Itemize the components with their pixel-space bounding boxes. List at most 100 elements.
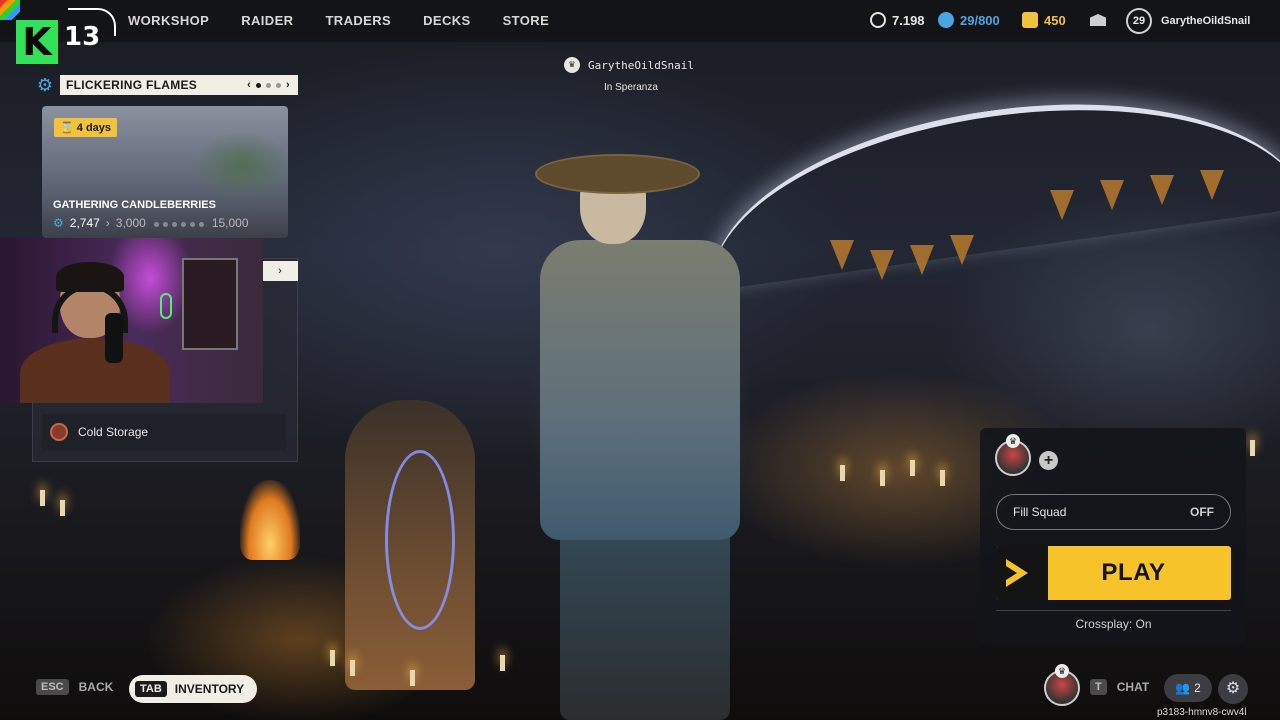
crown-icon: ♛ xyxy=(1006,434,1020,448)
neon-sign xyxy=(160,293,172,319)
crossplay-status: Crossplay: On xyxy=(1075,617,1152,631)
event-title-bar: FLICKERING FLAMES ‹ › xyxy=(60,75,298,95)
event-pager: ‹ › xyxy=(247,79,298,91)
session-id: p3183-hmnv8-cwv4l xyxy=(1157,707,1247,718)
currency-value: 29/800 xyxy=(960,12,1000,28)
friends-button[interactable]: 👥 2 xyxy=(1164,674,1212,702)
blue-token-icon xyxy=(938,12,954,28)
currency-tokens[interactable]: 29/800 xyxy=(938,12,1000,28)
candle xyxy=(910,460,915,476)
panel-expand-tab[interactable]: › xyxy=(262,261,298,281)
play-label: PLAY xyxy=(1101,559,1166,586)
nav-store[interactable]: STORE xyxy=(503,13,550,28)
streamer-body xyxy=(20,338,170,403)
bunting-flag xyxy=(1200,170,1224,200)
gold-coins-icon xyxy=(1022,12,1038,28)
candle xyxy=(940,470,945,486)
player-location: In Speranza xyxy=(604,82,658,93)
pager-dot[interactable] xyxy=(256,82,262,88)
fill-squad-label: Fill Squad xyxy=(1013,505,1067,519)
nav-decks[interactable]: DECKS xyxy=(423,13,471,28)
microphone-icon xyxy=(105,313,123,363)
chat-button[interactable]: T CHAT xyxy=(1090,679,1149,695)
event-card-title: GATHERING CANDLEBERRIES xyxy=(53,199,216,211)
character-legs xyxy=(560,520,730,720)
gear-icon: ⚙ xyxy=(36,75,54,95)
raider-character[interactable] xyxy=(520,150,760,720)
play-arrow-icon xyxy=(996,546,1048,600)
inventory-label: INVENTORY xyxy=(174,682,245,696)
bunting-flag xyxy=(950,235,974,265)
time-remaining-badge: ⌛ 4 days xyxy=(54,118,118,137)
progress-next-goal: 3,000 xyxy=(115,216,146,230)
ceiling-light-arc xyxy=(693,68,1280,292)
nav-workshop[interactable]: WORKSHOP xyxy=(128,13,209,28)
fill-squad-toggle[interactable]: Fill Squad OFF xyxy=(996,494,1231,530)
fill-squad-state: OFF xyxy=(1190,505,1214,519)
bunting-flag xyxy=(910,245,934,275)
play-button[interactable]: PLAY xyxy=(996,546,1231,600)
progress-current: 2,747 xyxy=(69,216,100,230)
fire-barrel xyxy=(240,480,300,560)
progress-pips xyxy=(152,216,206,230)
bunting-flag xyxy=(1050,190,1074,220)
candle xyxy=(350,660,355,676)
gear-icon: ⚙ xyxy=(53,216,64,230)
crown-icon: ♛ xyxy=(1055,664,1069,678)
event-title: FLICKERING FLAMES xyxy=(66,78,198,92)
currency-value: 450 xyxy=(1044,12,1066,28)
player-tag: ♛ GarytheOildSnail xyxy=(564,57,694,73)
wall-poster xyxy=(182,258,238,350)
event-header: ⚙ FLICKERING FLAMES ‹ › xyxy=(34,74,298,96)
candle xyxy=(880,470,885,486)
event-progress: ⚙ 2,747 › 3,000 15,000 xyxy=(53,216,249,230)
candle xyxy=(60,500,65,516)
logo-ring-shape xyxy=(68,8,116,36)
chevron-right-icon: › xyxy=(105,216,110,230)
days-label: 4 days xyxy=(76,122,112,134)
tab-key-hint: TAB xyxy=(135,681,167,697)
crown-icon: ♛ xyxy=(564,57,580,73)
candle xyxy=(40,490,45,506)
hourglass-icon: ⌛ xyxy=(60,122,74,134)
currency-gold[interactable]: 450 xyxy=(1022,12,1066,28)
currency-value: 7.198 xyxy=(892,12,925,28)
logo-letter: K xyxy=(16,20,58,64)
divider xyxy=(996,610,1231,611)
player-name: GarytheOildSnail xyxy=(588,58,694,72)
cold-storage-item[interactable]: Cold Storage xyxy=(42,414,286,450)
character-body xyxy=(540,240,740,540)
pager-dot[interactable] xyxy=(276,82,282,88)
candle xyxy=(840,465,845,481)
chevron-left-icon[interactable]: ‹ xyxy=(247,79,251,91)
add-squad-member-button[interactable]: + xyxy=(1039,451,1058,470)
character-hat xyxy=(535,154,700,194)
profile-name[interactable]: GarytheOildSnail xyxy=(1161,15,1250,27)
friends-count: 2 xyxy=(1194,681,1201,695)
esc-key-hint: ESC xyxy=(36,679,69,695)
profile-level-badge[interactable]: 29 xyxy=(1126,8,1152,34)
pager-dot[interactable] xyxy=(266,82,272,88)
streamer-logo: K 13 xyxy=(8,8,116,64)
currency-coins[interactable]: 7.198 xyxy=(870,12,925,28)
event-card[interactable]: ⌛ 4 days GATHERING CANDLEBERRIES ⚙ 2,747… xyxy=(42,106,288,238)
inventory-button[interactable]: TAB INVENTORY xyxy=(129,675,257,703)
nav-raider[interactable]: RAIDER xyxy=(241,13,293,28)
friends-icon: 👥 xyxy=(1175,681,1191,695)
chevron-right-icon[interactable]: › xyxy=(286,79,290,91)
bunting-flag xyxy=(1150,175,1174,205)
candle xyxy=(410,670,415,686)
webcam-overlay xyxy=(0,238,263,403)
coin-icon xyxy=(870,12,886,28)
bunting-flag xyxy=(870,250,894,280)
candle xyxy=(330,650,335,666)
main-nav: WORKSHOP RAIDER TRADERS DECKS STORE xyxy=(128,13,549,28)
back-label: BACK xyxy=(78,680,114,694)
settings-gear-icon[interactable]: ⚙ xyxy=(1218,674,1248,704)
candle xyxy=(1250,440,1255,456)
cold-storage-label: Cold Storage xyxy=(78,425,149,439)
progress-final-goal: 15,000 xyxy=(211,216,249,230)
t-key-hint: T xyxy=(1090,679,1107,695)
nav-traders[interactable]: TRADERS xyxy=(325,13,391,28)
back-button[interactable]: ESC BACK xyxy=(36,679,113,695)
